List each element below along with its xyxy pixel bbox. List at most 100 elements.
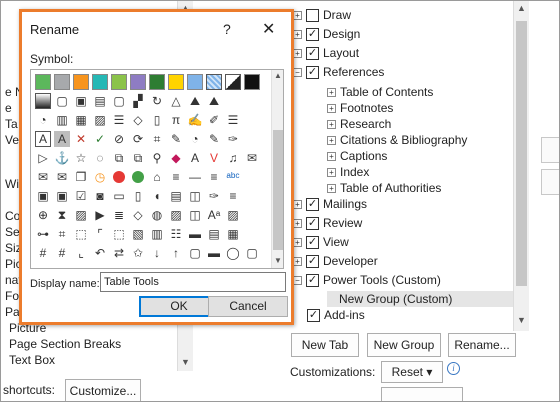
stack-icon[interactable]: ☰ — [111, 112, 127, 128]
dark-green-square[interactable] — [149, 74, 165, 90]
list-icon[interactable]: ☰ — [225, 112, 241, 128]
tree-item-design[interactable]: + ✓ Design — [293, 26, 360, 42]
black-square[interactable] — [244, 74, 260, 90]
share-icon[interactable]: ⇄ — [111, 245, 127, 261]
color-a-icon[interactable]: A — [187, 150, 203, 166]
move-down-button[interactable] — [541, 169, 559, 195]
tree-item-research[interactable]: + Research — [327, 116, 391, 132]
copy2-icon[interactable]: ⧉ — [130, 150, 146, 166]
tree-item-review[interactable]: + ✓ Review — [293, 215, 362, 231]
ruler-icon[interactable]: ▬ — [187, 226, 203, 242]
paint-icon[interactable]: ✐ — [206, 112, 222, 128]
bars-icon[interactable]: ≡ — [206, 169, 222, 185]
checker-icon[interactable]: ▞ — [130, 93, 146, 109]
dashed-circle-icon[interactable]: ◌ — [92, 150, 108, 166]
checkbox-add-ins[interactable]: ✓ — [307, 308, 320, 322]
scroll-down-icon[interactable]: ▼ — [274, 256, 282, 265]
expand-icon[interactable]: + — [293, 10, 302, 20]
picture2-icon[interactable]: ▨ — [168, 207, 184, 223]
colors-icon[interactable]: ▬ — [206, 245, 222, 261]
gray-square[interactable] — [54, 74, 70, 90]
cube-plus-icon[interactable]: ▣ — [54, 188, 70, 204]
mountain-picture-icon[interactable]: ⛰ — [206, 93, 222, 109]
lines-icon[interactable]: ≡ — [168, 169, 184, 185]
tree-item-captions[interactable]: + Captions — [327, 148, 387, 164]
scroll-down-icon[interactable]: ▼ — [181, 357, 190, 367]
table-fill-icon[interactable]: ▥ — [149, 226, 165, 242]
orange-square[interactable] — [73, 74, 89, 90]
display-name-input[interactable] — [100, 272, 286, 292]
tree-item-index[interactable]: + Index — [327, 164, 369, 180]
help-icon[interactable]: ? — [223, 21, 231, 37]
collapse-icon[interactable]: − — [293, 67, 302, 77]
v-icon[interactable]: V — [206, 150, 222, 166]
pi-icon[interactable]: π — [168, 112, 184, 128]
bubble2-icon[interactable]: ◯ — [225, 245, 241, 261]
expand-icon[interactable]: + — [327, 135, 336, 145]
table2-icon[interactable]: ▤ — [206, 226, 222, 242]
tree-item-add-ins[interactable]: ✓ Add-ins — [307, 307, 365, 323]
collapse-icon[interactable]: − — [293, 275, 302, 285]
olive-square[interactable] — [111, 74, 127, 90]
layers-icon[interactable]: ◫ — [187, 188, 203, 204]
expand-icon[interactable]: + — [327, 87, 336, 97]
expand-icon[interactable]: + — [293, 29, 302, 39]
undo-icon[interactable]: ↶ — [92, 245, 108, 261]
scroll-up-icon[interactable]: ▲ — [517, 3, 526, 13]
customize-button[interactable]: Customize... — [65, 379, 141, 401]
gray-box[interactable]: ▤ — [92, 93, 108, 109]
checkbox-view[interactable]: ✓ — [306, 235, 319, 249]
tree-item-view[interactable]: + ✓ View — [293, 234, 349, 250]
green-check-icon[interactable]: ✓ — [92, 131, 108, 147]
copy-icon[interactable]: ⧉ — [111, 150, 127, 166]
bubble-icon[interactable]: ◔ — [187, 131, 203, 147]
tree-item-table-of-authorities[interactable]: + Table of Authorities — [327, 180, 441, 196]
page-icon[interactable]: ▯ — [149, 112, 165, 128]
expand-icon[interactable]: + — [327, 103, 336, 113]
expand-icon[interactable]: + — [293, 48, 302, 58]
bar-chart-icon[interactable]: ▥ — [54, 112, 70, 128]
expand-icon[interactable]: + — [327, 167, 336, 177]
tree-item-power-tools[interactable]: − ✓ Power Tools (Custom) — [293, 272, 441, 288]
stacked-icon[interactable]: ◫ — [187, 207, 203, 223]
hashtag2-icon[interactable]: # — [54, 245, 70, 261]
video-icon[interactable]: ▶ — [92, 207, 108, 223]
red-eraser-icon[interactable]: ◆ — [168, 150, 184, 166]
image2-icon[interactable]: ▨ — [225, 207, 241, 223]
symbol-scrollbar[interactable]: ▲ ▼ — [271, 70, 283, 268]
expand-icon[interactable]: + — [327, 119, 336, 129]
bookmark-icon[interactable]: ▭ — [111, 188, 127, 204]
mountain-icon[interactable]: ⛰ — [187, 93, 203, 109]
cancel-button[interactable]: Cancel — [208, 296, 288, 317]
envelope-icon[interactable]: ✉ — [244, 150, 260, 166]
purple-square[interactable] — [130, 74, 146, 90]
hashtag-icon[interactable]: # — [35, 245, 51, 261]
scroll-thumb[interactable] — [516, 21, 527, 286]
frame-icon[interactable]: ⬚ — [73, 226, 89, 242]
blocks-icon[interactable]: ▧ — [130, 226, 146, 242]
check-squares-icon[interactable]: ☑ — [73, 188, 89, 204]
signature-icon[interactable]: ✍ — [187, 112, 203, 128]
blue-square[interactable] — [187, 74, 203, 90]
green-square[interactable] — [35, 74, 51, 90]
tree-item-developer[interactable]: + ✓ Developer — [293, 253, 378, 269]
white-box[interactable]: ▢ — [111, 93, 127, 109]
info-icon[interactable]: i — [447, 362, 460, 375]
zoom-icon[interactable]: ⊕ — [35, 207, 51, 223]
tree-item-new-group[interactable]: New Group (Custom) — [327, 291, 513, 307]
picture-icon[interactable]: ▨ — [73, 207, 89, 223]
rename-button[interactable]: Rename... — [448, 333, 516, 357]
expand-icon[interactable]: + — [293, 237, 302, 247]
play-icon[interactable]: ▷ — [35, 150, 51, 166]
tag-icon[interactable]: ⌗ — [149, 131, 165, 147]
checkbox-design[interactable]: ✓ — [306, 27, 319, 41]
reset-dropdown[interactable]: Reset ▾ — [381, 361, 443, 383]
box-icon[interactable]: ▢ — [187, 245, 203, 261]
expand-icon[interactable]: + — [293, 218, 302, 228]
shadow-box[interactable]: ▣ — [73, 93, 89, 109]
down-icon[interactable]: ↓ — [149, 245, 165, 261]
star-icon[interactable]: ☆ — [73, 150, 89, 166]
green-circle-icon[interactable] — [130, 169, 146, 185]
checkbox-developer[interactable]: ✓ — [306, 254, 319, 268]
brackets-icon[interactable]: ⌗ — [54, 226, 70, 242]
